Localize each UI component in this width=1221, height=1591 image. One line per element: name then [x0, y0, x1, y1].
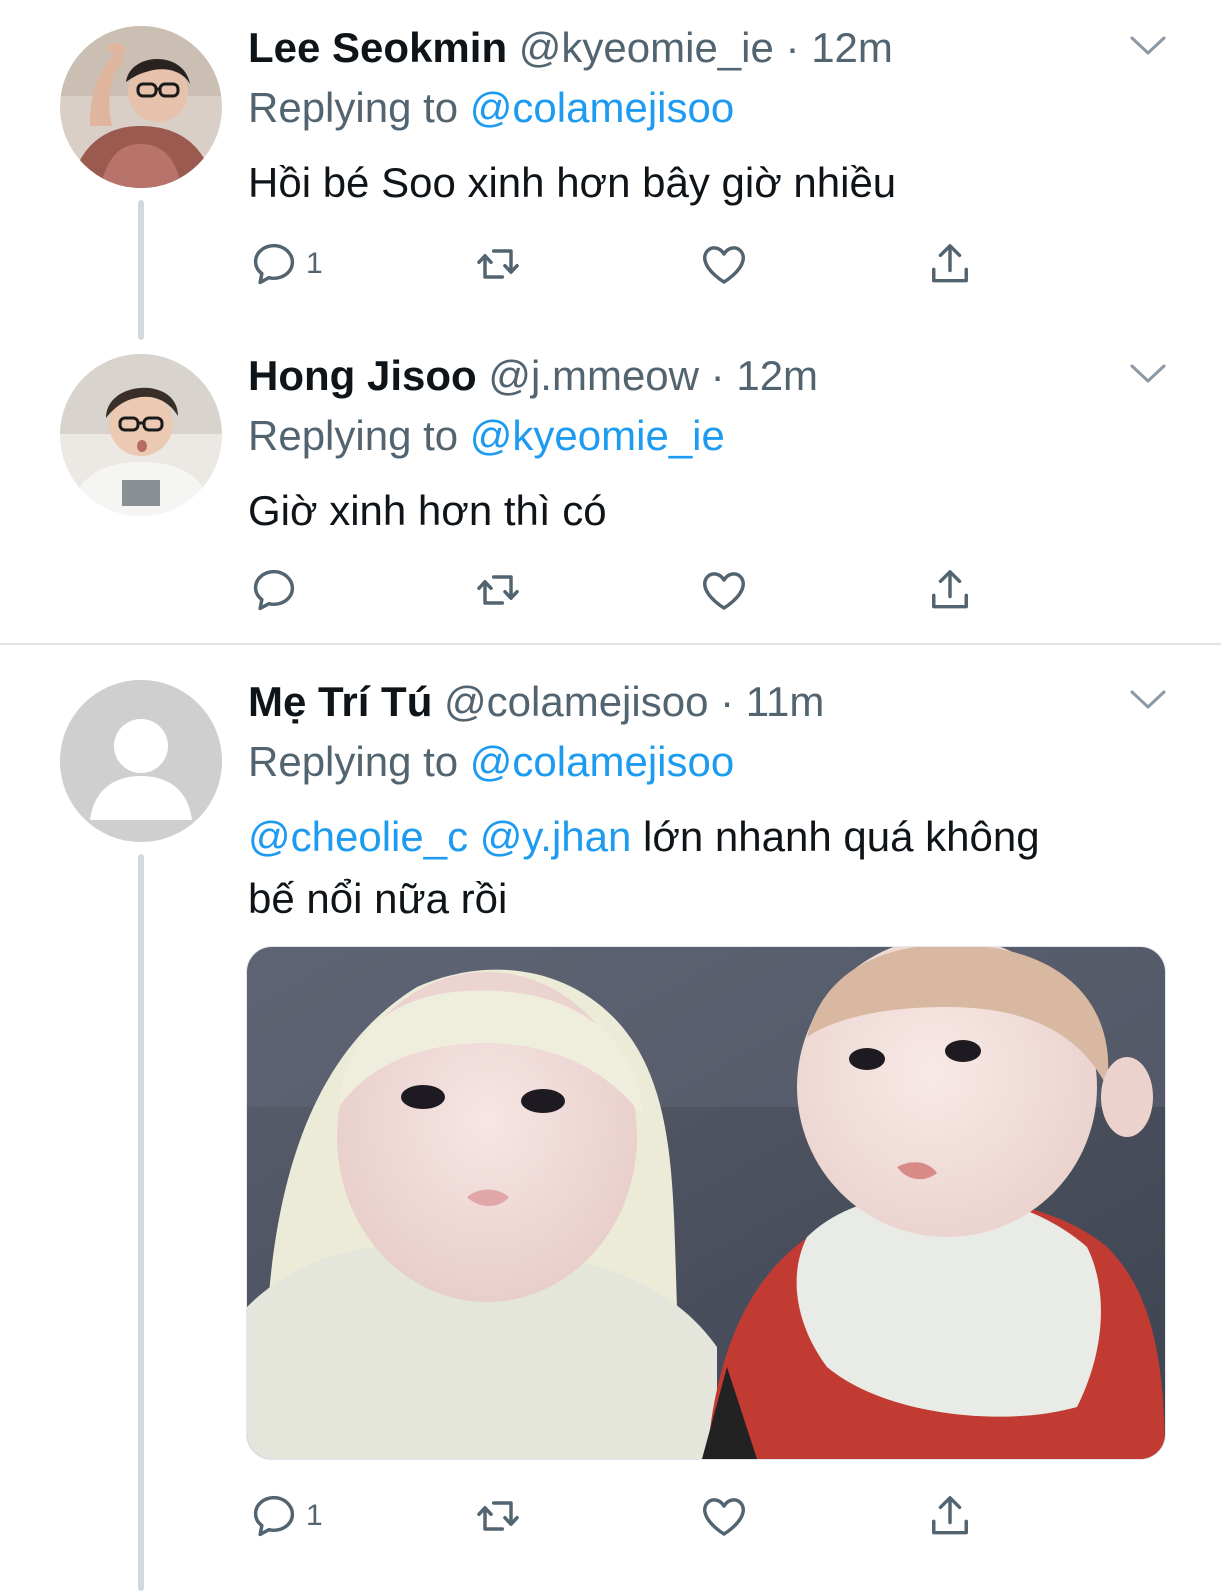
- like-button[interactable]: [698, 1488, 750, 1544]
- avatar-photo: [60, 26, 222, 188]
- mention-link[interactable]: @y.jhan: [480, 813, 632, 860]
- tweet-text: Hồi bé Soo xinh hơn bây giờ nhiều: [248, 159, 897, 206]
- share-icon: [924, 564, 976, 616]
- chevron-down-icon[interactable]: [1128, 362, 1168, 386]
- chevron-down-icon[interactable]: [1128, 34, 1168, 58]
- retweet-icon: [472, 1490, 524, 1542]
- like-button[interactable]: [698, 236, 750, 292]
- tweet-media-image[interactable]: [246, 946, 1166, 1460]
- timestamp[interactable]: 11m: [746, 678, 825, 725]
- default-avatar-icon: [60, 680, 222, 842]
- replying-label: Replying to: [248, 738, 459, 785]
- media-photo: [247, 947, 1165, 1459]
- tweet-actions: [248, 562, 988, 618]
- tweet-actions: 1: [248, 236, 988, 292]
- tweet-1[interactable]: Lee Seokmin @kyeomie_ie · 12m Replying t…: [0, 0, 1221, 340]
- share-icon: [924, 238, 976, 290]
- avatar[interactable]: [60, 354, 222, 516]
- timestamp[interactable]: 12m: [736, 352, 818, 399]
- replying-label: Replying to: [248, 84, 459, 131]
- tweet-text-line-2: bế nổi nữa rồi: [248, 875, 508, 922]
- tweet-divider: [0, 643, 1221, 645]
- like-icon: [698, 1490, 750, 1542]
- share-icon: [924, 1490, 976, 1542]
- mention-link[interactable]: @cheolie_c: [248, 813, 468, 860]
- author-name[interactable]: Mẹ Trí Tú: [248, 678, 432, 725]
- avatar-photo: [60, 354, 222, 516]
- replying-to: Replying to @colamejisoo: [248, 82, 734, 134]
- reply-count: 1: [306, 1499, 323, 1532]
- like-icon: [698, 238, 750, 290]
- replying-to: Replying to @colamejisoo: [248, 736, 734, 788]
- like-button[interactable]: [698, 562, 750, 618]
- author-name[interactable]: Hong Jisoo: [248, 352, 477, 399]
- replying-to: Replying to @kyeomie_ie: [248, 410, 725, 462]
- tweet-header: Mẹ Trí Tú @colamejisoo · 11m: [248, 676, 824, 728]
- reply-icon: [248, 1490, 300, 1542]
- author-handle[interactable]: @kyeomie_ie: [519, 24, 774, 71]
- separator-dot: ·: [785, 24, 800, 71]
- reply-button[interactable]: 1: [248, 236, 323, 292]
- tweet-text-line-1: @cheolie_c @y.jhan lớn nhanh quá không: [248, 806, 1168, 868]
- retweet-icon: [472, 564, 524, 616]
- replying-mention[interactable]: @kyeomie_ie: [470, 412, 725, 459]
- thread-line: [138, 200, 144, 340]
- replying-mention[interactable]: @colamejisoo: [470, 738, 734, 785]
- share-button[interactable]: [924, 236, 976, 292]
- tweet-header: Hong Jisoo @j.mmeow · 12m: [248, 350, 818, 402]
- avatar[interactable]: [60, 26, 222, 188]
- share-button[interactable]: [924, 1488, 976, 1544]
- separator-dot: ·: [710, 352, 725, 399]
- tweet-text: Giờ xinh hơn thì có: [248, 487, 607, 534]
- like-icon: [698, 564, 750, 616]
- reply-count: 1: [306, 247, 323, 280]
- reply-button[interactable]: 1: [248, 1488, 323, 1544]
- retweet-icon: [472, 238, 524, 290]
- reply-icon: [248, 238, 300, 290]
- tweet-header: Lee Seokmin @kyeomie_ie · 12m: [248, 22, 893, 74]
- timestamp[interactable]: 12m: [811, 24, 893, 71]
- thread-line: [138, 854, 144, 1591]
- tweet-2[interactable]: Hong Jisoo @j.mmeow · 12m Replying to @k…: [0, 340, 1221, 644]
- tweet-actions: 1: [248, 1488, 988, 1544]
- tweet-text: @cheolie_c @y.jhan lớn nhanh quá không b…: [248, 806, 1168, 930]
- reply-button[interactable]: [248, 562, 300, 618]
- share-button[interactable]: [924, 562, 976, 618]
- author-name[interactable]: Lee Seokmin: [248, 24, 507, 71]
- author-handle[interactable]: @j.mmeow: [488, 352, 699, 399]
- author-handle[interactable]: @colamejisoo: [444, 678, 708, 725]
- reply-icon: [248, 564, 300, 616]
- tweet-text-segment: lớn nhanh quá không: [643, 813, 1040, 860]
- retweet-button[interactable]: [472, 236, 524, 292]
- chevron-down-icon[interactable]: [1128, 688, 1168, 712]
- retweet-button[interactable]: [472, 562, 524, 618]
- separator-dot: ·: [720, 678, 735, 725]
- retweet-button[interactable]: [472, 1488, 524, 1544]
- avatar[interactable]: [60, 680, 222, 842]
- replying-label: Replying to: [248, 412, 459, 459]
- replying-mention[interactable]: @colamejisoo: [470, 84, 734, 131]
